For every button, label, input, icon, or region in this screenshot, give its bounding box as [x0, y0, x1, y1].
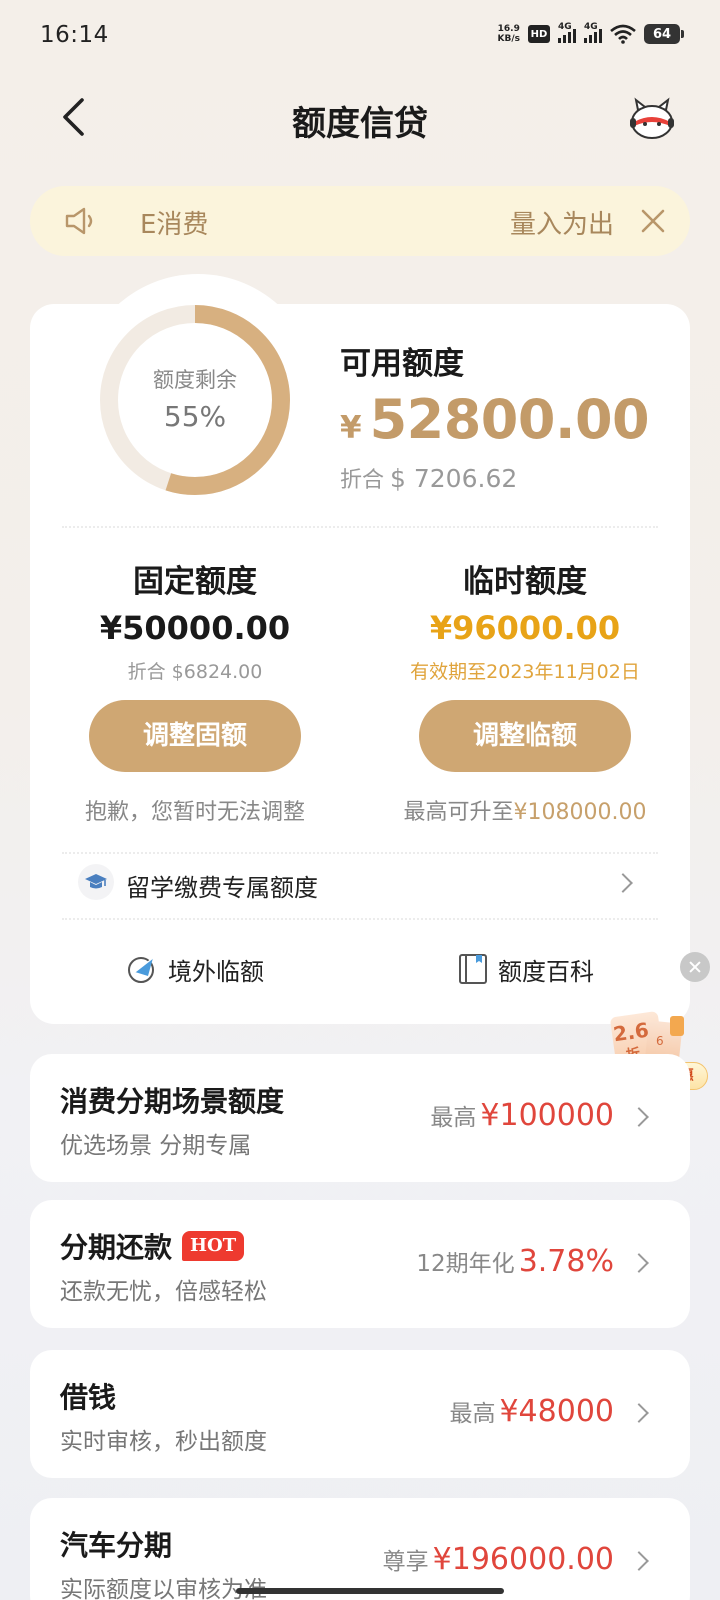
fixed-quota-note: 抱歉，您暂时无法调整: [84, 800, 305, 825]
ticket-shape: [670, 1016, 684, 1036]
list-item-installment-repay[interactable]: 分期还款 HOT 还款无忧，倍感轻松 12期年化 3.78%: [30, 1200, 690, 1328]
list-item-subtitle: 实际额度以审核为准: [60, 1577, 267, 1600]
nav-bar: 额度信贷: [0, 80, 720, 160]
chevron-right-icon: [629, 1403, 649, 1423]
list-item-car-installment[interactable]: 汽车分期 实际额度以审核为准 尊享 ¥196000.00: [30, 1498, 690, 1600]
customer-service-button[interactable]: [626, 92, 678, 144]
ring-value: 55%: [163, 400, 227, 433]
plane-globe-icon: [128, 957, 154, 983]
battery-icon: 64: [644, 24, 684, 44]
divider: [62, 918, 658, 920]
ring-label: 额度剩余: [153, 368, 237, 392]
list-item-subtitle: 优选场景 分期专属: [60, 1133, 252, 1159]
temp-quota-amount: ¥96000.00: [429, 609, 621, 647]
adjust-temp-button[interactable]: 调整临额: [419, 700, 631, 772]
hot-badge: HOT: [182, 1231, 245, 1261]
fixed-quota-converted: 折合 $6824.00: [127, 661, 263, 683]
signal-icon: 4G: [558, 22, 576, 43]
chevron-right-icon: [629, 1107, 649, 1127]
notice-text-right: 量入为出: [509, 210, 614, 240]
divider: [62, 526, 658, 528]
list-item-value: ¥196000.00: [432, 1542, 614, 1577]
book-icon: [459, 954, 487, 984]
adjust-fixed-button[interactable]: 调整固额: [89, 700, 301, 772]
quota-ring: 额度剩余 55%: [95, 300, 295, 500]
fixed-quota-amount: ¥50000.00: [99, 609, 291, 647]
list-item-title: 消费分期场景额度: [60, 1085, 285, 1118]
list-item-value: ¥48000: [499, 1394, 614, 1429]
promo-mini: 6: [656, 1034, 664, 1048]
notice-banner: E消费 量入为出: [30, 186, 690, 256]
page-title: 额度信贷: [292, 104, 428, 144]
graduation-cap-icon: [78, 864, 114, 900]
list-item-value: 3.78%: [518, 1244, 614, 1279]
list-item-prefix: 最高: [449, 1401, 496, 1427]
notice-text-left: E消费: [140, 210, 209, 240]
list-item-value: ¥100000: [480, 1098, 614, 1133]
list-item-installment-scene[interactable]: 消费分期场景额度 优选场景 分期专属 最高 ¥100000: [30, 1054, 690, 1182]
temp-quota-title: 临时额度: [463, 564, 587, 600]
list-item-title: 汽车分期: [60, 1529, 173, 1562]
temp-quota-expiry: 有效期至2023年11月02日: [410, 661, 640, 683]
list-item-title: 分期还款: [60, 1231, 173, 1264]
available-converted: 折合 $ 7206.62: [340, 464, 518, 493]
overseas-label: 境外临额: [168, 957, 264, 986]
signal-icon-2: 4G: [584, 22, 602, 43]
available-amount-value: 52800.00: [369, 388, 650, 451]
list-item-prefix: 12期年化: [416, 1251, 515, 1277]
list-item-title: 借钱: [60, 1381, 117, 1414]
list-item-borrow[interactable]: 借钱 实时审核，秒出额度 最高 ¥48000: [30, 1350, 690, 1478]
available-quota-amount: ¥ 52800.00: [340, 388, 650, 451]
list-item-prefix: 最高: [430, 1105, 477, 1131]
wiki-label: 额度百科: [498, 957, 594, 986]
available-quota-title: 可用额度: [340, 346, 464, 382]
mascot-icon: [630, 97, 674, 139]
home-indicator[interactable]: [236, 1588, 504, 1594]
currency-symbol: ¥: [340, 410, 362, 446]
chevron-right-icon: [629, 1253, 649, 1273]
overseas-temp-quota-link[interactable]: 境外临额: [126, 944, 264, 994]
study-abroad-quota-row[interactable]: 留学缴费专属额度: [60, 858, 660, 908]
chevron-right-icon: [629, 1551, 649, 1571]
speaker-icon: [65, 207, 93, 235]
study-abroad-label: 留学缴费专属额度: [126, 874, 318, 902]
temp-quota-note: 最高可升至¥108000.00: [403, 800, 647, 825]
divider: [62, 852, 658, 854]
fixed-quota-title: 固定额度: [133, 564, 257, 600]
status-icons: 16.9 KB/s HD 4G 4G 64: [497, 22, 684, 44]
fixed-quota-section: 固定额度 ¥50000.00 折合 $6824.00 调整固额 抱歉，您暂时无法…: [30, 556, 360, 826]
net-speed: 16.9 KB/s: [497, 24, 520, 44]
close-icon[interactable]: [638, 206, 668, 236]
status-time: 16:14: [40, 22, 109, 48]
status-bar: 16:14 16.9 KB/s HD 4G 4G 64: [0, 0, 720, 74]
hd-icon: HD: [528, 25, 550, 43]
close-promo-button[interactable]: [680, 952, 710, 982]
quota-wiki-link[interactable]: 额度百科: [458, 944, 594, 994]
temp-quota-section: 临时额度 ¥96000.00 有效期至2023年11月02日 调整临额 最高可升…: [360, 556, 690, 826]
list-item-prefix: 尊享: [382, 1549, 429, 1575]
list-item-subtitle: 还款无忧，倍感轻松: [60, 1279, 267, 1305]
wifi-icon: [610, 24, 636, 44]
list-item-subtitle: 实时审核，秒出额度: [60, 1429, 267, 1455]
chevron-right-icon: [613, 873, 633, 893]
